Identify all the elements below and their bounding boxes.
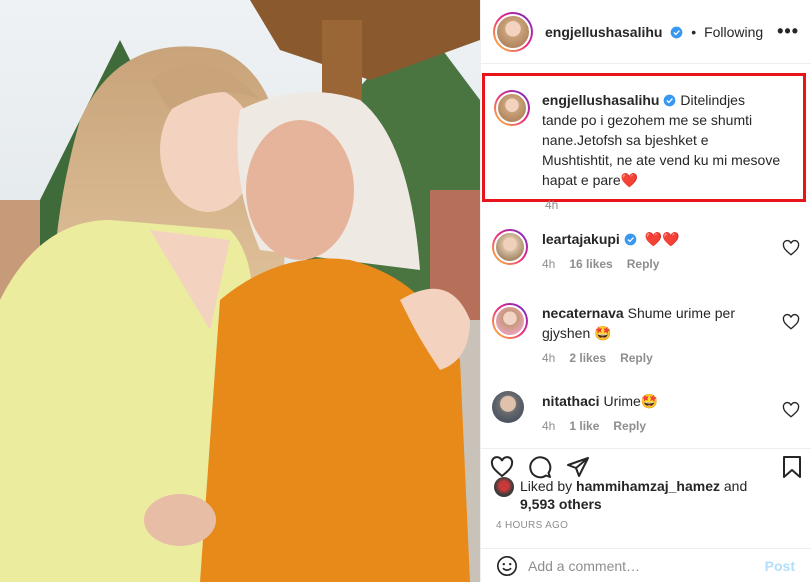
following-button[interactable]: Following [704,24,763,40]
post-comment-button[interactable]: Post [765,558,795,574]
photo-illustration [0,0,480,582]
comment-bubble-icon[interactable] [528,455,552,479]
verified-badge-icon [671,26,683,38]
like-heart-icon[interactable] [490,455,514,479]
comment-emoji: 🤩 [594,325,612,341]
verified-badge-icon [624,233,637,246]
commenter-avatar[interactable] [492,303,528,339]
liker-avatar[interactable] [494,477,514,497]
comment-likes[interactable]: 1 like [569,419,599,433]
reply-button[interactable]: Reply [613,419,646,433]
liker-username[interactable]: hammihamzaj_hamez [576,478,720,494]
reply-button[interactable]: Reply [620,351,653,365]
post-header: engjellushasalihu • Following ••• [481,0,811,64]
like-comment-heart-icon[interactable] [782,239,800,257]
commenter-username[interactable]: nitathaci [542,393,600,409]
emoji-smiley-icon[interactable] [496,555,518,577]
author-avatar[interactable] [493,11,533,52]
comment-likes[interactable]: 16 likes [569,257,612,271]
post-actions: Liked by hammihamzaj_hamez and 9,593 oth… [480,448,811,548]
comment-input[interactable] [528,557,765,574]
comment-emoji: ❤️❤️ [644,231,680,247]
share-plane-icon[interactable] [566,455,590,479]
add-comment-bar: Post [480,548,811,582]
like-comment-heart-icon[interactable] [782,401,800,419]
post-photo[interactable] [0,0,480,582]
instagram-post: engjellushasalihu • Following ••• engjel… [0,0,811,582]
commenter-avatar[interactable] [492,391,524,423]
comment-emoji: 🤩 [640,393,659,409]
comment-time[interactable]: 4h [542,351,555,365]
save-bookmark-icon[interactable] [781,455,803,479]
highlight-box [482,73,806,202]
caption-timestamp[interactable]: 4h [545,198,558,212]
comment-item: necaternava Shume urime per gjyshen 🤩 4h… [492,303,800,365]
comment-time[interactable]: 4h [542,257,555,271]
commenter-avatar[interactable] [492,229,528,265]
comment-item: leartajakupi ❤️❤️ 4h 16 likes Reply [492,229,800,271]
comment-item: nitathaci Urime🤩 4h 1 like Reply [492,391,800,433]
comment-text: Urime [603,393,641,409]
likes-count[interactable]: 9,593 others [520,496,602,512]
separator-dot: • [691,23,697,40]
commenter-username[interactable]: necaternava [542,305,624,321]
like-comment-heart-icon[interactable] [782,313,800,331]
author-username[interactable]: engjellushasalihu [545,24,662,40]
comment-time[interactable]: 4h [542,419,555,433]
liked-by: Liked by hammihamzaj_hamez and 9,593 oth… [494,477,780,513]
commenter-username[interactable]: leartajakupi [542,231,620,247]
more-options-icon[interactable]: ••• [777,21,799,42]
post-timestamp[interactable]: 4 HOURS AGO [496,520,568,531]
reply-button[interactable]: Reply [627,257,660,271]
comment-likes[interactable]: 2 likes [569,351,606,365]
